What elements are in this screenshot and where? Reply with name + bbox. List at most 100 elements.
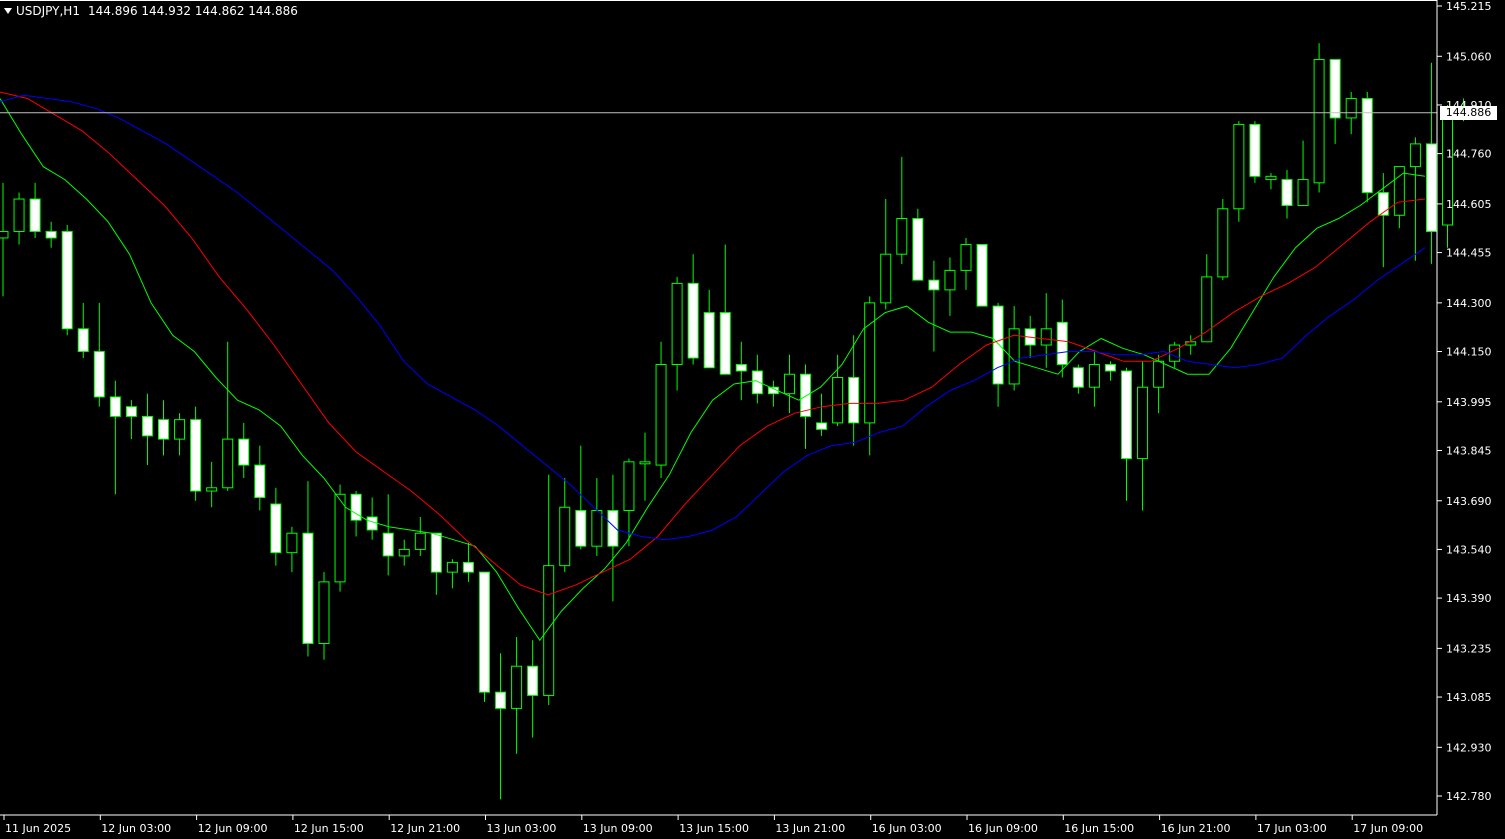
candle-body [398, 548, 410, 557]
candle-body [1072, 367, 1084, 388]
candle-body [479, 571, 490, 693]
candle-body [1425, 143, 1437, 232]
x-tick-label: 17 Jun 09:00 [1353, 822, 1423, 835]
candle-body [125, 406, 137, 417]
candle-body [703, 312, 715, 369]
candle-body [1345, 97, 1357, 119]
x-tick-label: 17 Jun 03:00 [1257, 822, 1327, 835]
y-tick-label: 142.930 [1446, 741, 1492, 754]
candle-body [1040, 328, 1052, 346]
candle-body [93, 351, 105, 398]
x-tick-label: 16 Jun 09:00 [968, 822, 1038, 835]
x-tick-label: 16 Jun 21:00 [1161, 822, 1231, 835]
candle-body [1201, 276, 1213, 343]
candle-body [0, 230, 9, 239]
candle-body [366, 516, 378, 531]
candle-body [896, 218, 908, 255]
candle-body [61, 230, 73, 330]
y-tick-label: 143.085 [1446, 691, 1492, 704]
y-tick-label: 144.605 [1446, 198, 1492, 211]
candle-body [190, 419, 202, 492]
x-tick-label: 12 Jun 21:00 [390, 822, 460, 835]
candle-body [1297, 179, 1309, 207]
candle-body [880, 253, 892, 304]
y-tick-label: 144.150 [1446, 346, 1492, 359]
candle-body [1281, 179, 1293, 207]
dropdown-arrow-icon[interactable] [4, 8, 12, 14]
candle-body [174, 419, 186, 440]
candle-body [302, 532, 314, 645]
candle-body [719, 312, 731, 375]
candle-body [1233, 123, 1245, 210]
candle-body [1329, 59, 1341, 119]
candle-body [141, 415, 153, 437]
x-tick-label: 16 Jun 15:00 [1064, 822, 1134, 835]
x-tick-label: 12 Jun 03:00 [101, 822, 171, 835]
candle-body [318, 581, 330, 645]
y-tick-label: 143.235 [1446, 642, 1492, 655]
candle-body [77, 328, 89, 353]
candle-body [382, 532, 394, 557]
candle-body [543, 565, 555, 696]
candle-body [527, 665, 539, 696]
candle-body [864, 302, 876, 424]
candle-body [671, 282, 683, 366]
candle-body [414, 532, 426, 550]
candle-body [944, 269, 956, 291]
candle-body [430, 532, 442, 573]
y-tick-label: 144.455 [1446, 247, 1492, 260]
candle-body [816, 422, 828, 430]
candle-body [655, 364, 667, 466]
chart-title: USDJPY,H1 144.896 144.932 144.862 144.88… [4, 4, 298, 18]
candle-body [623, 461, 635, 511]
candle-body [446, 561, 458, 573]
x-tick-label: 13 Jun 21:00 [775, 822, 845, 835]
candle-body [960, 243, 972, 271]
y-tick-label: 145.215 [1446, 0, 1492, 13]
x-tick-label: 12 Jun 09:00 [198, 822, 268, 835]
candle-body [687, 282, 699, 359]
y-tick-label: 145.060 [1446, 50, 1492, 63]
y-tick-label: 144.300 [1446, 297, 1492, 310]
x-tick-label: 11 Jun 2025 [5, 822, 71, 835]
candle-body [1313, 59, 1325, 184]
candle-body [1056, 321, 1068, 366]
candle-body [1169, 344, 1181, 362]
current-price-tag: 144.886 [1440, 105, 1497, 120]
y-tick-label: 143.540 [1446, 543, 1492, 556]
candle-body [591, 509, 603, 547]
candle-body [13, 198, 25, 232]
candle-body [559, 506, 571, 567]
candle-body [254, 464, 266, 499]
candle-body [1104, 364, 1116, 372]
candle-body [928, 279, 940, 291]
y-tick-label: 143.845 [1446, 444, 1492, 457]
candle-body [848, 376, 860, 424]
candle-body [158, 419, 169, 440]
chart-area[interactable]: 145.215145.060144.910144.760144.605144.4… [0, 0, 1505, 835]
candle-body [783, 373, 795, 395]
candle-body [495, 691, 507, 709]
candle-body [832, 376, 844, 424]
candle-body [334, 493, 346, 583]
candle-body [992, 305, 1004, 385]
candle-body [286, 532, 298, 554]
x-tick-label: 12 Jun 15:00 [294, 822, 364, 835]
candle-body [976, 243, 988, 307]
candle-body [912, 218, 924, 281]
candle-body [462, 561, 474, 573]
y-tick-label: 144.760 [1446, 148, 1492, 161]
candle-body [1217, 208, 1229, 278]
y-tick-label: 142.780 [1446, 790, 1492, 803]
candle-body [45, 230, 57, 239]
x-tick-label: 13 Jun 03:00 [487, 822, 557, 835]
candle-body [29, 198, 41, 232]
candle-body [270, 503, 282, 554]
candle-body [1088, 364, 1100, 388]
candle-body [751, 370, 763, 395]
candle-body [1121, 370, 1132, 460]
symbol-label: USDJPY,H1 [16, 4, 80, 18]
candle-body [575, 509, 587, 547]
chart-svg: 145.215145.060144.910144.760144.605144.4… [0, 0, 1505, 835]
ohlc-label: 144.896 144.932 144.862 144.886 [87, 4, 298, 18]
